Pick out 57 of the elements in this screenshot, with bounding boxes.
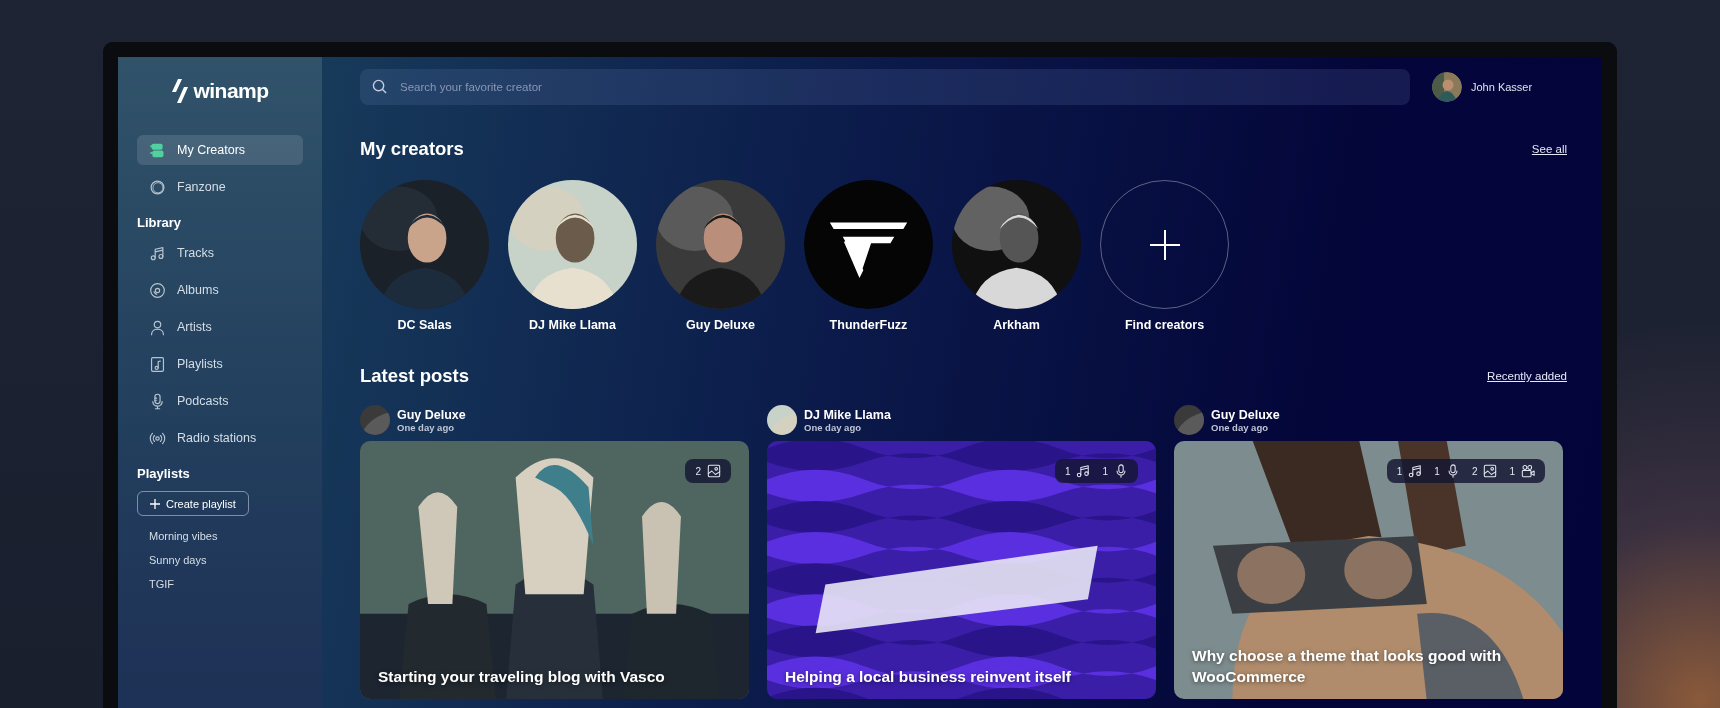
logo-icon <box>804 180 933 309</box>
playlist-item[interactable]: Morning vibes <box>137 524 303 548</box>
create-playlist-button[interactable]: Create playlist <box>137 491 249 516</box>
section-title: Latest posts <box>360 365 469 387</box>
creator-name[interactable]: Guy Deluxe <box>686 318 755 332</box>
nav-item[interactable]: My Creators <box>137 135 303 165</box>
nav-item[interactable]: Podcasts <box>137 386 303 416</box>
author-name[interactable]: Guy Deluxe <box>1211 407 1280 422</box>
author-name[interactable]: DJ Mike Llama <box>804 407 891 422</box>
playlist-item[interactable]: TGIF <box>137 572 303 596</box>
sort-link[interactable]: Recently added <box>1487 370 1567 382</box>
logo-icon <box>171 79 190 103</box>
post-time: One day ago <box>397 421 455 433</box>
creator-name[interactable]: Arkham <box>993 318 1040 332</box>
creator-name[interactable]: DJ Mike Llama <box>529 318 616 332</box>
microphone-icon <box>149 392 166 410</box>
nav-item[interactable]: Albums <box>137 275 303 305</box>
nav-item[interactable]: Artists <box>137 312 303 342</box>
nav-item[interactable]: Tracks <box>137 238 303 268</box>
music-note-icon <box>1408 464 1423 478</box>
camera-icon <box>1521 464 1535 478</box>
music-note-icon <box>149 244 166 262</box>
creator-name[interactable]: Find creators <box>1124 318 1205 332</box>
search-icon <box>372 79 387 94</box>
plus-icon <box>150 498 160 509</box>
see-all-link[interactable]: See all <box>1531 143 1567 155</box>
media-count: 1 <box>1509 465 1515 477</box>
user-name[interactable]: John Kasser <box>1471 81 1533 93</box>
post-time: One day ago <box>1211 421 1269 433</box>
music-note-icon <box>1076 464 1091 478</box>
microphone-icon <box>1114 464 1128 478</box>
author-name[interactable]: Guy Deluxe <box>397 407 466 422</box>
media-count: 1 <box>1064 465 1071 477</box>
media-count: 2 <box>1471 465 1478 477</box>
creator-name[interactable]: ThunderFuzz <box>829 318 908 332</box>
playlist-icon <box>149 355 166 373</box>
post-time: One day ago <box>804 421 862 433</box>
media-count: 1 <box>1102 465 1108 477</box>
person-icon <box>149 318 166 336</box>
plus-icon <box>1147 227 1182 262</box>
nav-item[interactable]: Playlists <box>137 349 303 379</box>
nav-item[interactable]: Radio stations <box>137 423 303 453</box>
playlist-item[interactable]: Sunny days <box>137 548 303 572</box>
ring-icon <box>149 178 166 196</box>
creator-name[interactable]: DC Salas <box>397 318 452 332</box>
creators-icon <box>149 141 166 159</box>
media-count: 1 <box>1434 465 1440 477</box>
image-icon <box>1483 464 1498 478</box>
image-icon <box>707 464 721 478</box>
nav-item[interactable]: Fanzone <box>137 172 303 202</box>
section-title: My creators <box>360 138 464 160</box>
disc-icon <box>149 281 166 299</box>
section-heading: Library <box>137 215 183 230</box>
brand-name: winamp <box>193 79 269 103</box>
media-count: 2 <box>695 465 701 477</box>
section-heading: Playlists <box>137 466 191 481</box>
media-count: 1 <box>1396 465 1403 477</box>
